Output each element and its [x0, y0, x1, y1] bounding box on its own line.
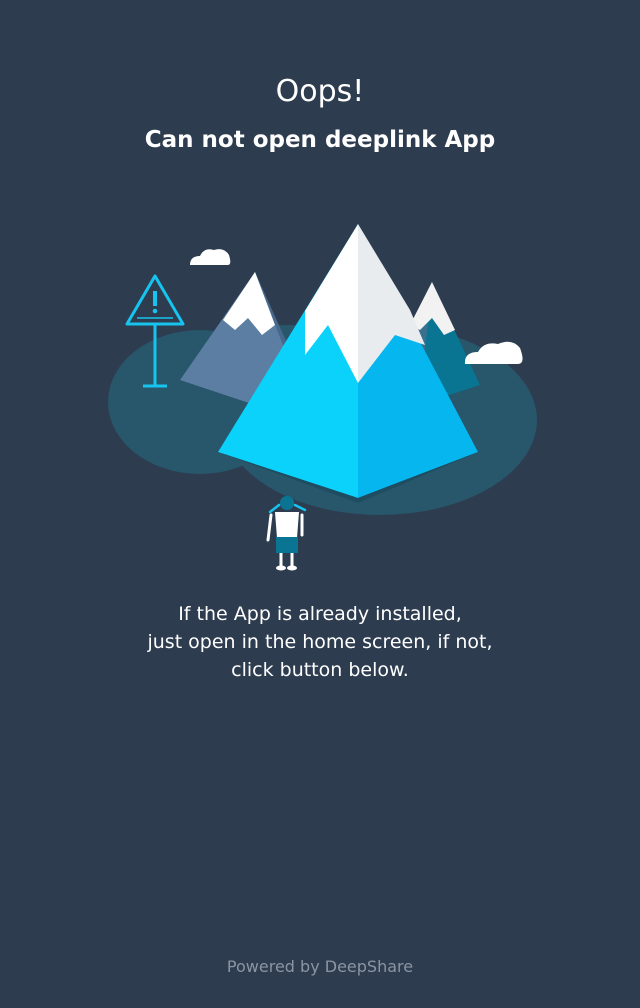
mountain-illustration — [108, 224, 537, 571]
page-subtitle: Can not open deeplink App — [144, 127, 496, 153]
instruction-message: If the App is already installed, just op… — [0, 600, 640, 684]
hiker-icon — [266, 496, 307, 571]
powered-by-footer: Powered by DeepShare — [226, 957, 414, 976]
page-title: Oops! — [275, 74, 365, 109]
message-line: click button below. — [231, 659, 409, 681]
error-page: Oops! Can not open deeplink App If the A… — [0, 0, 640, 1008]
message-line: If the App is already installed, — [178, 603, 462, 625]
cloud-icon — [190, 249, 231, 265]
message-line: just open in the home screen, if not, — [147, 631, 493, 653]
